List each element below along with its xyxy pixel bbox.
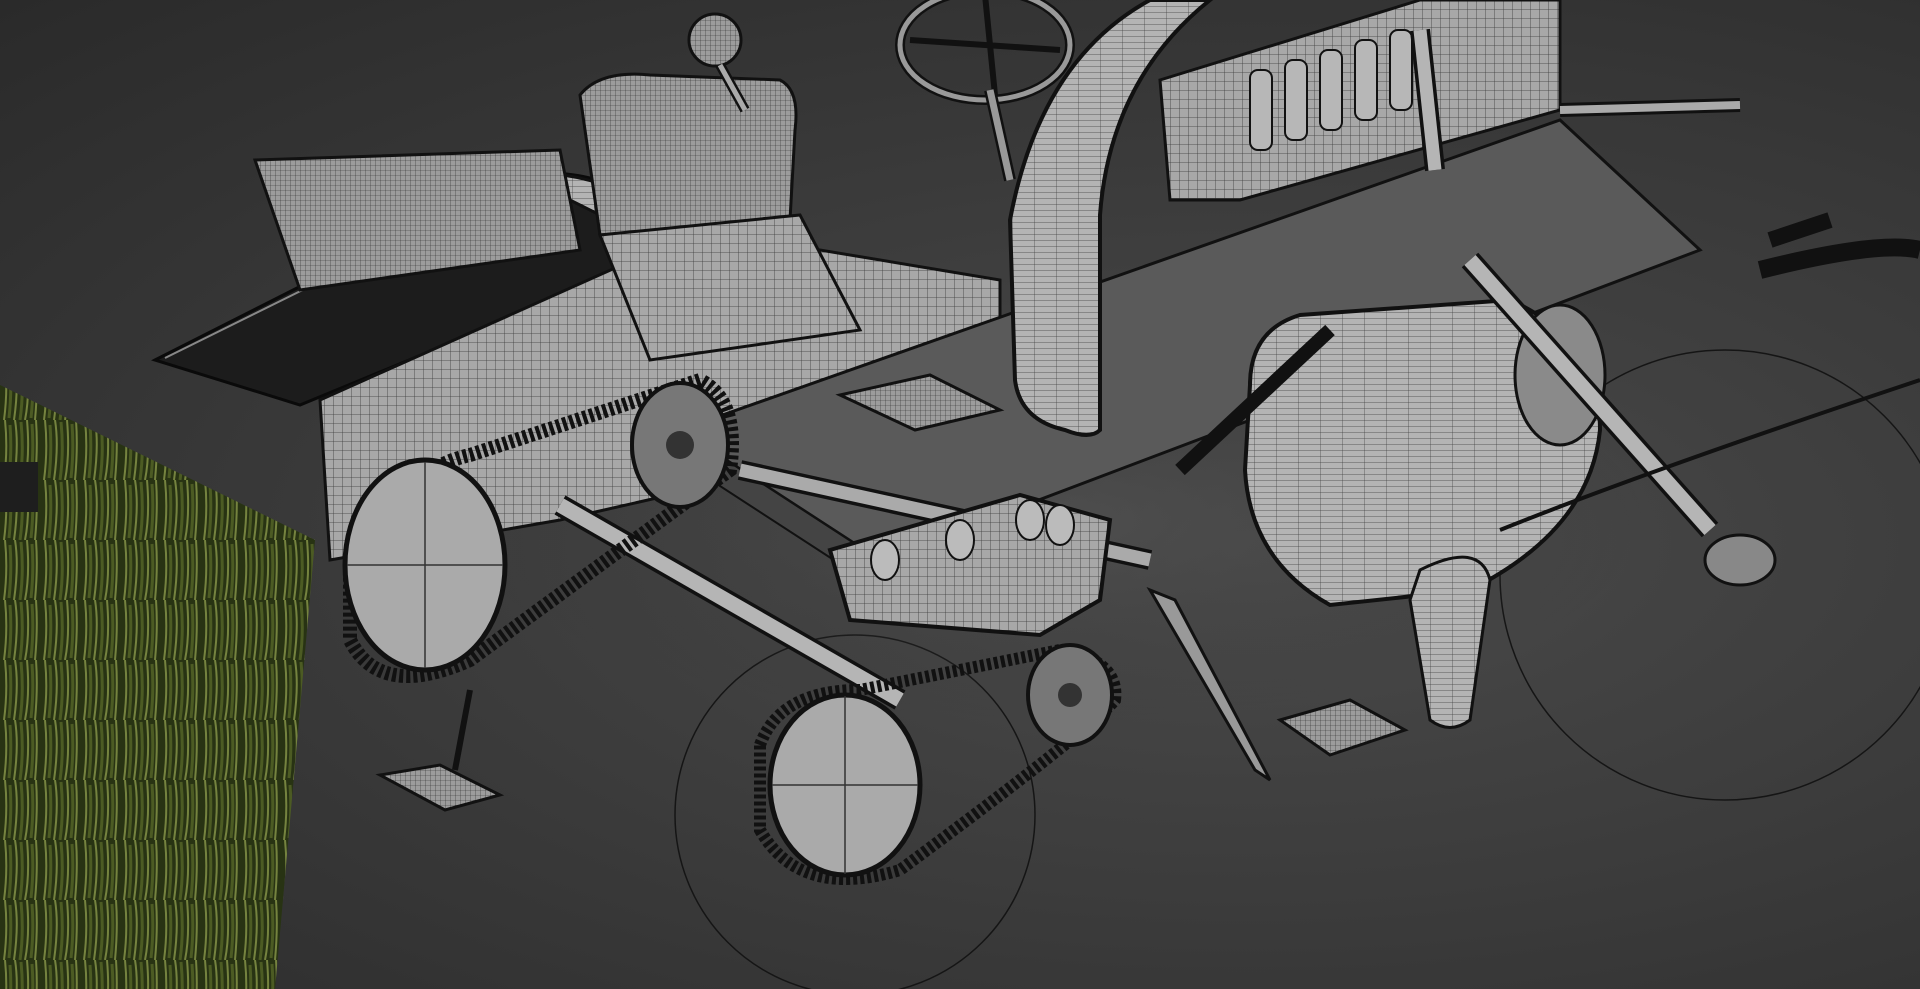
foliage-backdrop-plane [0,385,315,989]
wireframe-scene [0,0,1920,989]
3d-viewport[interactable] [0,0,1920,989]
